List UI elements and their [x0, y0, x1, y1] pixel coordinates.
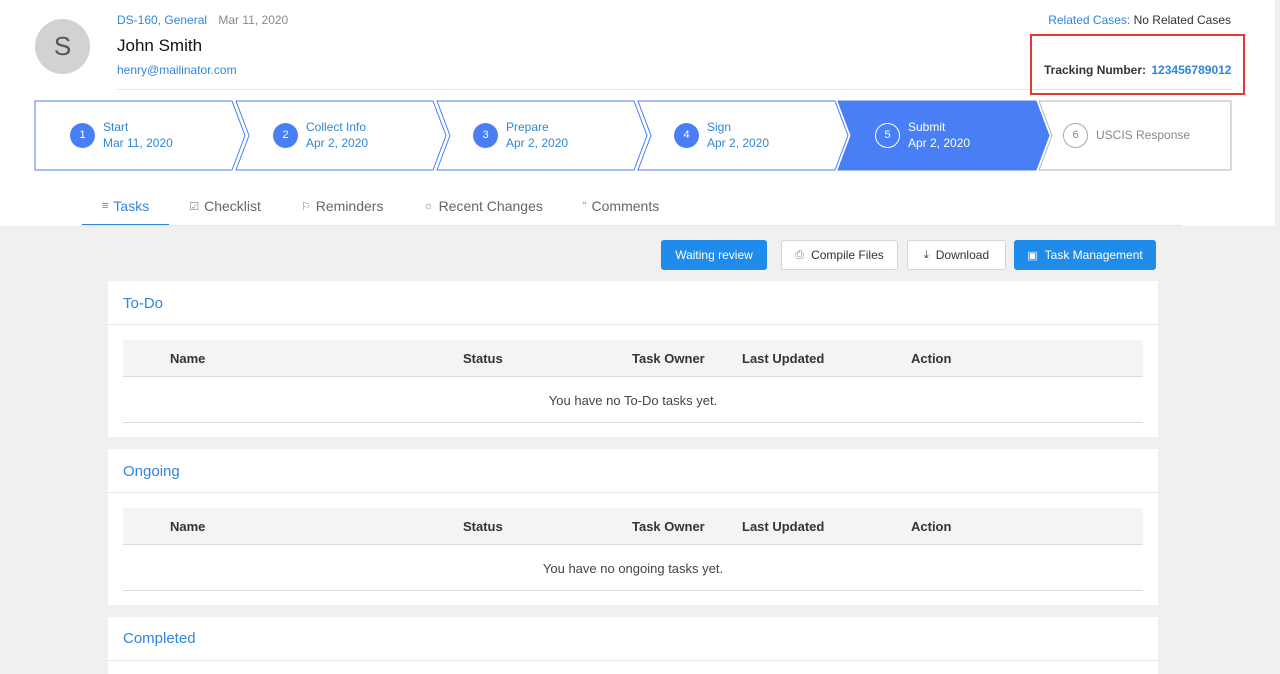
step-number: 2 [273, 122, 298, 148]
tabs-underline [82, 225, 1182, 226]
step-date: Apr 2, 2020 [306, 136, 369, 150]
step-number: 5 [875, 122, 900, 148]
column-header-name[interactable]: Name [170, 351, 205, 366]
tab-recent-changes[interactable]: ☼ Recent Changes [403, 190, 562, 226]
bell-icon: ⚐ [300, 201, 311, 213]
column-header-status[interactable]: Status [463, 519, 503, 534]
empty-state-message: You have no ongoing tasks yet. [123, 546, 1143, 591]
column-header-task-owner[interactable]: Task Owner [632, 519, 705, 534]
column-header-task-owner[interactable]: Task Owner [632, 351, 705, 366]
step-title: Collect Info [306, 120, 367, 134]
button-label: Download [935, 248, 990, 262]
tab-comments[interactable]: “ Comments [563, 190, 679, 226]
download-button[interactable]: ⤓ Download [907, 240, 1006, 270]
step-title: Sign [707, 120, 732, 134]
step-number: 6 [1063, 122, 1088, 148]
tab-checklist[interactable]: ☑ Checklist [169, 190, 281, 226]
panel-title: Completed [123, 630, 196, 647]
empty-state-message: You have no To-Do tasks yet. [123, 378, 1143, 423]
step-date: Apr 2, 2020 [908, 136, 971, 150]
column-header-last-updated[interactable]: Last Updated [742, 351, 824, 366]
tab-label: Comments [591, 198, 660, 214]
lightbulb-icon: ☼ [423, 200, 434, 212]
panel-divider [108, 324, 1158, 325]
step-start[interactable]: 1 Start Mar 11, 2020 [70, 100, 173, 170]
quote-icon: “ [582, 200, 587, 212]
tab-label: Tasks [113, 198, 150, 214]
list-icon: ≡ [102, 200, 109, 212]
tab-label: Checklist [204, 198, 261, 214]
panel-title: Ongoing [123, 463, 180, 480]
button-label: Task Management [1044, 248, 1143, 262]
column-header-status[interactable]: Status [463, 351, 503, 366]
compile-files-button[interactable]: ⎙ Compile Files [781, 240, 898, 270]
waiting-review-button[interactable]: Waiting review [661, 240, 767, 270]
panel-divider [108, 492, 1158, 493]
tab-reminders[interactable]: ⚐ Reminders [281, 190, 404, 226]
step-date: Apr 2, 2020 [506, 136, 569, 150]
button-label: Compile Files [811, 248, 884, 262]
download-icon: ⤓ [923, 248, 929, 261]
column-header-action: Action [911, 351, 952, 366]
checkbox-icon: ☑ [189, 201, 200, 213]
table-header: Name Status Task Owner Last Updated Acti… [123, 340, 1143, 377]
step-title: Start [103, 120, 129, 134]
table-header: Name Status Task Owner Last Updated Acti… [123, 508, 1143, 545]
step-number: 3 [473, 122, 498, 148]
step-uscis-response[interactable]: 6 USCIS Response [1063, 100, 1190, 170]
clipboard-icon: ▣ [1027, 249, 1038, 262]
printer-icon: ⎙ [795, 248, 805, 261]
step-title: USCIS Response [1096, 128, 1191, 142]
tab-tasks[interactable]: ≡ Tasks [82, 190, 170, 226]
step-title: Prepare [506, 120, 549, 134]
panel-divider [108, 660, 1158, 661]
step-date: Mar 11, 2020 [103, 136, 173, 150]
button-label: Waiting review [675, 248, 753, 262]
column-header-last-updated[interactable]: Last Updated [742, 519, 824, 534]
completed-panel: Completed [108, 617, 1158, 674]
case-progress-stepper: 1 Start Mar 11, 2020 2 Collect Info Apr 2,… [0, 0, 1280, 180]
step-collect-info[interactable]: 2 Collect Info Apr 2, 2020 [273, 100, 368, 170]
ongoing-panel: Ongoing Name Status Task Owner Last Upda… [108, 449, 1158, 605]
step-title: Submit [908, 120, 946, 134]
step-submit[interactable]: 5 Submit Apr 2, 2020 [875, 100, 970, 170]
step-number: 1 [70, 122, 95, 148]
step-number: 4 [674, 122, 699, 148]
todo-panel: To-Do Name Status Task Owner Last Update… [108, 281, 1158, 437]
tab-label: Recent Changes [438, 198, 543, 214]
column-header-name[interactable]: Name [170, 519, 205, 534]
column-header-action: Action [911, 519, 952, 534]
step-date: Apr 2, 2020 [707, 136, 770, 150]
panel-title: To-Do [123, 295, 164, 312]
step-sign[interactable]: 4 Sign Apr 2, 2020 [674, 100, 769, 170]
case-tabs: ≡ Tasks ☑ Checklist ⚐ Reminders ☼ Recent… [82, 190, 679, 226]
step-prepare[interactable]: 3 Prepare Apr 2, 2020 [473, 100, 568, 170]
tab-label: Reminders [315, 198, 384, 214]
task-management-button[interactable]: ▣ Task Management [1014, 240, 1156, 270]
